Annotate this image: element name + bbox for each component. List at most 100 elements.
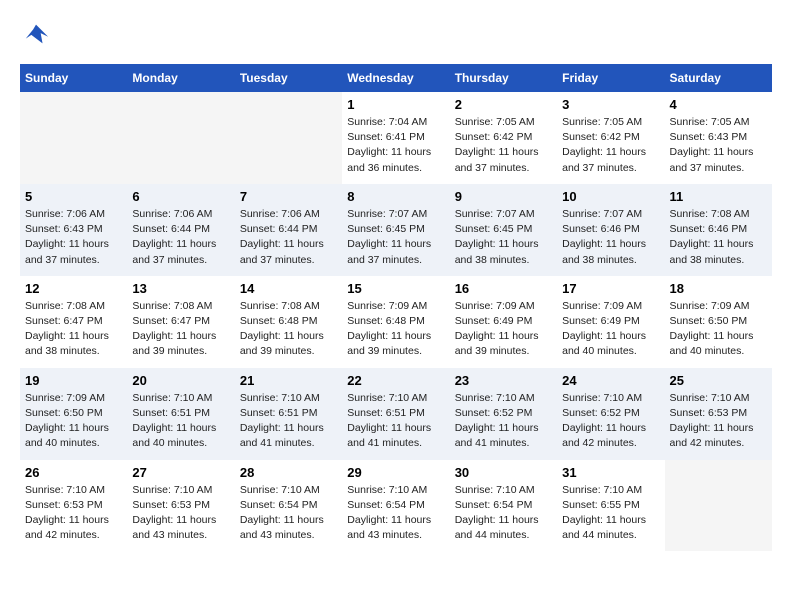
calendar-cell: 26 Sunrise: 7:10 AMSunset: 6:53 PMDayligh… bbox=[20, 460, 127, 552]
calendar-cell: 22 Sunrise: 7:10 AMSunset: 6:51 PMDayligh… bbox=[342, 368, 449, 460]
day-info: Sunrise: 7:10 AMSunset: 6:52 PMDaylight:… bbox=[455, 391, 552, 452]
day-number: 8 bbox=[347, 189, 444, 204]
weekday-header-wednesday: Wednesday bbox=[342, 64, 449, 92]
day-info: Sunrise: 7:05 AMSunset: 6:42 PMDaylight:… bbox=[455, 115, 552, 176]
day-number: 25 bbox=[670, 373, 767, 388]
day-info: Sunrise: 7:08 AMSunset: 6:48 PMDaylight:… bbox=[240, 299, 337, 360]
calendar-week-row: 26 Sunrise: 7:10 AMSunset: 6:53 PMDayligh… bbox=[20, 460, 772, 552]
day-info: Sunrise: 7:04 AMSunset: 6:41 PMDaylight:… bbox=[347, 115, 444, 176]
calendar-cell: 15Sunrise: 7:09 AMSunset: 6:48 PMDayligh… bbox=[342, 276, 449, 368]
day-info: Sunrise: 7:10 AMSunset: 6:54 PMDaylight:… bbox=[240, 483, 337, 544]
day-number: 26 bbox=[25, 465, 122, 480]
day-info: Sunrise: 7:09 AMSunset: 6:50 PMDaylight:… bbox=[25, 391, 122, 452]
calendar-cell: 1 Sunrise: 7:04 AMSunset: 6:41 PMDaylight… bbox=[342, 92, 449, 184]
calendar-week-row: 5 Sunrise: 7:06 AMSunset: 6:43 PMDaylight… bbox=[20, 184, 772, 276]
day-number: 9 bbox=[455, 189, 552, 204]
calendar-cell: 30 Sunrise: 7:10 AMSunset: 6:54 PMDayligh… bbox=[450, 460, 557, 552]
calendar-cell: 12Sunrise: 7:08 AMSunset: 6:47 PMDayligh… bbox=[20, 276, 127, 368]
calendar-cell bbox=[235, 92, 342, 184]
day-number: 5 bbox=[25, 189, 122, 204]
day-number: 23 bbox=[455, 373, 552, 388]
day-number: 28 bbox=[240, 465, 337, 480]
calendar-cell: 24 Sunrise: 7:10 AMSunset: 6:52 PMDayligh… bbox=[557, 368, 664, 460]
day-number: 7 bbox=[240, 189, 337, 204]
weekday-header-thursday: Thursday bbox=[450, 64, 557, 92]
day-number: 17 bbox=[562, 281, 659, 296]
day-number: 30 bbox=[455, 465, 552, 480]
calendar-cell: 6Sunrise: 7:06 AMSunset: 6:44 PMDaylight… bbox=[127, 184, 234, 276]
day-number: 27 bbox=[132, 465, 229, 480]
logo-bird-icon bbox=[22, 20, 50, 48]
logo bbox=[20, 20, 50, 48]
calendar-table: SundayMondayTuesdayWednesdayThursdayFrid… bbox=[20, 64, 772, 551]
day-number: 24 bbox=[562, 373, 659, 388]
day-info: Sunrise: 7:10 AMSunset: 6:51 PMDaylight:… bbox=[347, 391, 444, 452]
day-number: 20 bbox=[132, 373, 229, 388]
day-info: Sunrise: 7:07 AMSunset: 6:45 PMDaylight:… bbox=[455, 207, 552, 268]
calendar-cell: 20 Sunrise: 7:10 AMSunset: 6:51 PMDayligh… bbox=[127, 368, 234, 460]
day-info: Sunrise: 7:05 AMSunset: 6:42 PMDaylight:… bbox=[562, 115, 659, 176]
calendar-cell: 11 Sunrise: 7:08 AMSunset: 6:46 PMDayligh… bbox=[665, 184, 772, 276]
day-number: 22 bbox=[347, 373, 444, 388]
calendar-week-row: 1 Sunrise: 7:04 AMSunset: 6:41 PMDaylight… bbox=[20, 92, 772, 184]
calendar-cell bbox=[127, 92, 234, 184]
day-info: Sunrise: 7:06 AMSunset: 6:44 PMDaylight:… bbox=[240, 207, 337, 268]
day-info: Sunrise: 7:10 AMSunset: 6:52 PMDaylight:… bbox=[562, 391, 659, 452]
day-number: 10 bbox=[562, 189, 659, 204]
calendar-cell: 13 Sunrise: 7:08 AMSunset: 6:47 PMDayligh… bbox=[127, 276, 234, 368]
weekday-header-saturday: Saturday bbox=[665, 64, 772, 92]
calendar-cell: 23 Sunrise: 7:10 AMSunset: 6:52 PMDayligh… bbox=[450, 368, 557, 460]
day-number: 15 bbox=[347, 281, 444, 296]
calendar-cell: 4Sunrise: 7:05 AMSunset: 6:43 PMDaylight… bbox=[665, 92, 772, 184]
calendar-cell: 31Sunrise: 7:10 AMSunset: 6:55 PMDayligh… bbox=[557, 460, 664, 552]
weekday-header-row: SundayMondayTuesdayWednesdayThursdayFrid… bbox=[20, 64, 772, 92]
day-info: Sunrise: 7:10 AMSunset: 6:53 PMDaylight:… bbox=[670, 391, 767, 452]
calendar-cell: 18 Sunrise: 7:09 AMSunset: 6:50 PMDayligh… bbox=[665, 276, 772, 368]
day-number: 18 bbox=[670, 281, 767, 296]
weekday-header-friday: Friday bbox=[557, 64, 664, 92]
day-info: Sunrise: 7:07 AMSunset: 6:45 PMDaylight:… bbox=[347, 207, 444, 268]
calendar-cell: 10 Sunrise: 7:07 AMSunset: 6:46 PMDayligh… bbox=[557, 184, 664, 276]
calendar-cell: 28 Sunrise: 7:10 AMSunset: 6:54 PMDayligh… bbox=[235, 460, 342, 552]
calendar-cell: 8 Sunrise: 7:07 AMSunset: 6:45 PMDaylight… bbox=[342, 184, 449, 276]
day-info: Sunrise: 7:10 AMSunset: 6:51 PMDaylight:… bbox=[132, 391, 229, 452]
calendar-cell: 16Sunrise: 7:09 AMSunset: 6:49 PMDayligh… bbox=[450, 276, 557, 368]
day-number: 1 bbox=[347, 97, 444, 112]
day-info: Sunrise: 7:08 AMSunset: 6:46 PMDaylight:… bbox=[670, 207, 767, 268]
calendar-cell: 27 Sunrise: 7:10 AMSunset: 6:53 PMDayligh… bbox=[127, 460, 234, 552]
calendar-cell bbox=[20, 92, 127, 184]
day-number: 29 bbox=[347, 465, 444, 480]
weekday-header-monday: Monday bbox=[127, 64, 234, 92]
day-info: Sunrise: 7:06 AMSunset: 6:43 PMDaylight:… bbox=[25, 207, 122, 268]
day-info: Sunrise: 7:09 AMSunset: 6:50 PMDaylight:… bbox=[670, 299, 767, 360]
calendar-cell: 3Sunrise: 7:05 AMSunset: 6:42 PMDaylight… bbox=[557, 92, 664, 184]
page-header bbox=[20, 20, 772, 48]
day-info: Sunrise: 7:10 AMSunset: 6:54 PMDaylight:… bbox=[347, 483, 444, 544]
day-info: Sunrise: 7:08 AMSunset: 6:47 PMDaylight:… bbox=[132, 299, 229, 360]
calendar-cell: 9 Sunrise: 7:07 AMSunset: 6:45 PMDaylight… bbox=[450, 184, 557, 276]
calendar-cell: 5 Sunrise: 7:06 AMSunset: 6:43 PMDaylight… bbox=[20, 184, 127, 276]
calendar-week-row: 19Sunrise: 7:09 AMSunset: 6:50 PMDayligh… bbox=[20, 368, 772, 460]
day-number: 2 bbox=[455, 97, 552, 112]
day-info: Sunrise: 7:10 AMSunset: 6:53 PMDaylight:… bbox=[25, 483, 122, 544]
calendar-cell: 7 Sunrise: 7:06 AMSunset: 6:44 PMDaylight… bbox=[235, 184, 342, 276]
day-info: Sunrise: 7:07 AMSunset: 6:46 PMDaylight:… bbox=[562, 207, 659, 268]
calendar-week-row: 12Sunrise: 7:08 AMSunset: 6:47 PMDayligh… bbox=[20, 276, 772, 368]
calendar-cell: 14 Sunrise: 7:08 AMSunset: 6:48 PMDayligh… bbox=[235, 276, 342, 368]
day-info: Sunrise: 7:10 AMSunset: 6:54 PMDaylight:… bbox=[455, 483, 552, 544]
calendar-cell: 19Sunrise: 7:09 AMSunset: 6:50 PMDayligh… bbox=[20, 368, 127, 460]
day-number: 13 bbox=[132, 281, 229, 296]
day-info: Sunrise: 7:08 AMSunset: 6:47 PMDaylight:… bbox=[25, 299, 122, 360]
day-number: 21 bbox=[240, 373, 337, 388]
day-info: Sunrise: 7:05 AMSunset: 6:43 PMDaylight:… bbox=[670, 115, 767, 176]
weekday-header-sunday: Sunday bbox=[20, 64, 127, 92]
calendar-cell bbox=[665, 460, 772, 552]
day-number: 11 bbox=[670, 189, 767, 204]
day-number: 14 bbox=[240, 281, 337, 296]
day-info: Sunrise: 7:10 AMSunset: 6:51 PMDaylight:… bbox=[240, 391, 337, 452]
calendar-cell: 25 Sunrise: 7:10 AMSunset: 6:53 PMDayligh… bbox=[665, 368, 772, 460]
calendar-cell: 21 Sunrise: 7:10 AMSunset: 6:51 PMDayligh… bbox=[235, 368, 342, 460]
day-info: Sunrise: 7:10 AMSunset: 6:55 PMDaylight:… bbox=[562, 483, 659, 544]
day-info: Sunrise: 7:09 AMSunset: 6:49 PMDaylight:… bbox=[562, 299, 659, 360]
day-info: Sunrise: 7:10 AMSunset: 6:53 PMDaylight:… bbox=[132, 483, 229, 544]
